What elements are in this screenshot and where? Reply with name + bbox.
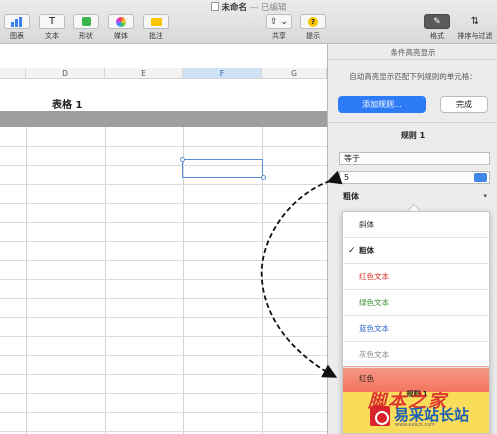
share-icon: ⇪ ⌄ — [266, 14, 292, 29]
divider — [328, 59, 497, 60]
spreadsheet-canvas: D E F G 表格 1 — [0, 44, 327, 434]
selection-handle[interactable] — [180, 157, 185, 162]
comment-label: 批注 — [149, 32, 163, 40]
column-header-g[interactable]: G — [262, 68, 327, 79]
grid-line — [0, 241, 327, 242]
table-title[interactable]: 表格 1 — [52, 96, 82, 111]
tips-icon: ? — [300, 14, 326, 29]
grid-line — [0, 184, 327, 185]
chart-icon — [4, 14, 30, 29]
shape-label: 形状 — [79, 32, 93, 40]
grid-line — [0, 412, 327, 413]
text-button[interactable]: T 文本 — [35, 14, 69, 41]
grid-line — [0, 146, 327, 147]
watermark-logo-icon — [370, 406, 390, 426]
table-grid[interactable] — [0, 127, 327, 434]
shape-icon — [73, 14, 99, 29]
media-label: 媒体 — [114, 32, 128, 40]
media-icon — [108, 14, 134, 29]
sort-filter-button[interactable]: ⇅ 排序与过滤 — [455, 14, 495, 41]
grid-line — [0, 393, 327, 394]
menu-item[interactable]: 红色文本 — [343, 264, 489, 290]
grid-line — [105, 127, 106, 434]
text-icon: T — [39, 14, 65, 29]
cell-reference-icon[interactable] — [474, 173, 487, 182]
grid-line — [0, 355, 327, 356]
grid-line — [0, 260, 327, 261]
sort-icon: ⇅ — [470, 16, 480, 27]
dropdown-arrow-icon: ▾ — [483, 192, 487, 200]
sort-filter-label: 排序与过滤 — [457, 32, 493, 40]
menu-item-label: 斜体 — [359, 220, 374, 229]
rule-title: 规则 1 — [400, 131, 426, 140]
grid-line — [0, 374, 327, 375]
selection-handle[interactable] — [261, 175, 266, 180]
format-button[interactable]: ✎ 格式 — [420, 14, 454, 41]
menu-item[interactable]: 斜体 — [343, 212, 489, 238]
column-header-f[interactable]: F — [183, 68, 262, 79]
grid-line — [0, 298, 327, 299]
table-header-row[interactable] — [0, 111, 327, 127]
checkmark-icon: ✓ — [348, 246, 356, 256]
done-button[interactable]: 完成 — [440, 96, 488, 113]
text-label: 文本 — [45, 32, 59, 40]
tips-button[interactable]: ? 提示 — [296, 14, 330, 41]
panel-title: 条件高亮显示 — [390, 48, 436, 57]
add-rule-button[interactable]: 添加规则... — [338, 96, 426, 113]
comment-icon — [143, 14, 169, 29]
toolbar: 未命名 — 已编辑 图表 T 文本 形状 媒体 批注 ⇪ ⌄ 共享 ? 提示 ✎… — [0, 0, 497, 44]
menu-item[interactable]: 蓝色文本 — [343, 316, 489, 342]
menu-item-label: 灰色文本 — [359, 350, 389, 359]
menu-item-label: 粗体 — [359, 246, 374, 255]
shape-button[interactable]: 形状 — [69, 14, 103, 41]
grid-line — [0, 279, 327, 280]
window-title: 未命名 — 已编辑 — [0, 1, 497, 13]
edited-status: — 已编辑 — [249, 3, 287, 13]
chart-button[interactable]: 图表 — [0, 14, 34, 41]
menu-item-label: 红色 — [359, 374, 374, 383]
column-header-blank — [0, 68, 26, 79]
share-label: 共享 — [272, 32, 286, 40]
condition-select[interactable]: 等于 — [339, 152, 490, 165]
media-button[interactable]: 媒体 — [104, 14, 138, 41]
menu-item-label: 绿色文本 — [359, 298, 389, 307]
chart-label: 图表 — [10, 32, 24, 40]
tips-label: 提示 — [306, 32, 320, 40]
menu-item[interactable]: 灰色文本 — [343, 342, 489, 368]
format-label: 格式 — [430, 32, 444, 40]
style-select[interactable]: 粗体 ▾ — [339, 190, 490, 203]
menu-item-label: 红色文本 — [359, 272, 389, 281]
grid-line — [0, 222, 327, 223]
column-header-e[interactable]: E — [105, 68, 183, 79]
divider — [328, 122, 497, 123]
paintbrush-icon: ✎ — [424, 14, 450, 29]
value-text: 5 — [344, 173, 350, 182]
comment-button[interactable]: 批注 — [139, 14, 173, 41]
grid-line — [0, 165, 327, 166]
column-header-d[interactable]: D — [26, 68, 105, 79]
grid-line — [0, 431, 327, 432]
document-name: 未命名 — [221, 3, 248, 13]
menu-item[interactable]: 绿色文本 — [343, 290, 489, 316]
menu-item-label: 蓝色文本 — [359, 324, 389, 333]
grid-line — [0, 336, 327, 337]
value-input[interactable]: 5 — [339, 171, 490, 184]
grid-line — [26, 127, 27, 434]
style-select-value: 粗体 — [343, 192, 359, 201]
menu-item[interactable]: ✓ 粗体 — [343, 238, 489, 264]
watermark-url: www.easck.com — [395, 422, 436, 428]
grid-line — [0, 317, 327, 318]
share-button[interactable]: ⇪ ⌄ 共享 — [262, 14, 296, 41]
grid-line — [0, 203, 327, 204]
document-icon — [210, 2, 219, 11]
selected-cell[interactable] — [182, 159, 263, 178]
panel-description: 自动高亮显示匹配下列规则的单元格： — [349, 72, 477, 81]
